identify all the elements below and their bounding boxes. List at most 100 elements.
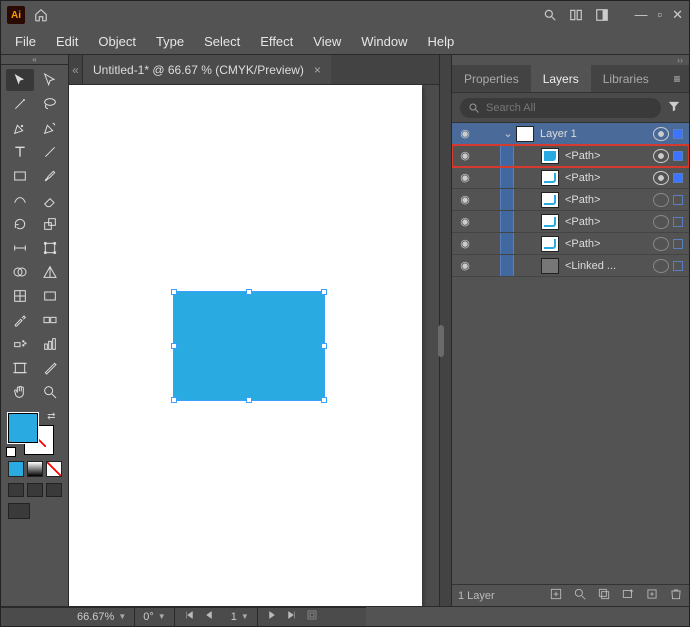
resize-handle[interactable] <box>321 397 327 403</box>
type-tool[interactable] <box>6 141 34 163</box>
canvas[interactable] <box>69 85 439 606</box>
none-mode-icon[interactable] <box>46 461 62 477</box>
line-segment-tool[interactable] <box>36 141 64 163</box>
column-graph-tool[interactable] <box>36 333 64 355</box>
color-mode-icon[interactable] <box>8 461 24 477</box>
prev-artboard-icon[interactable] <box>203 609 215 624</box>
layer-row[interactable]: ◉ <Path> <box>452 211 689 233</box>
artboard-number[interactable]: 1▼ <box>223 608 258 626</box>
target-icon[interactable] <box>653 149 669 163</box>
visibility-toggle-icon[interactable]: ◉ <box>452 237 478 250</box>
layer-row-parent[interactable]: ◉ ⌄ Layer 1 <box>452 123 689 145</box>
document-tab[interactable]: Untitled-1* @ 66.67 % (CMYK/Preview) × <box>83 55 331 84</box>
tab-libraries[interactable]: Libraries <box>591 65 661 92</box>
menu-effect[interactable]: Effect <box>250 31 303 52</box>
shaper-tool[interactable] <box>6 189 34 211</box>
resize-handle[interactable] <box>171 343 177 349</box>
artboard[interactable] <box>69 85 422 606</box>
selection-indicator[interactable] <box>673 129 683 139</box>
shape-builder-tool[interactable] <box>6 261 34 283</box>
layers-search[interactable] <box>460 98 661 118</box>
target-icon[interactable] <box>653 193 669 207</box>
visibility-toggle-icon[interactable]: ◉ <box>452 149 478 162</box>
close-tab-icon[interactable]: × <box>314 63 321 77</box>
make-clipping-mask-icon[interactable] <box>597 587 611 604</box>
rotate-view[interactable]: 0°▼ <box>135 608 174 626</box>
filter-icon[interactable] <box>667 99 681 116</box>
first-artboard-icon[interactable] <box>183 609 195 624</box>
collapsed-dock[interactable] <box>439 55 451 606</box>
resize-handle[interactable] <box>171 289 177 295</box>
slice-tool[interactable] <box>36 357 64 379</box>
doc-tabs-handle[interactable]: « <box>69 55 83 84</box>
resize-handle[interactable] <box>321 289 327 295</box>
draw-normal-icon[interactable] <box>8 483 24 497</box>
resize-handle[interactable] <box>321 343 327 349</box>
layer-name[interactable]: <Path> <box>565 216 653 228</box>
workspace-icon[interactable] <box>594 7 610 23</box>
selection-indicator[interactable] <box>673 151 683 161</box>
eyedropper-tool[interactable] <box>6 309 34 331</box>
home-icon[interactable] <box>33 7 49 23</box>
window-minimize-button[interactable]: — <box>634 7 647 23</box>
direct-selection-tool[interactable] <box>36 69 64 91</box>
eraser-tool[interactable] <box>36 189 64 211</box>
selection-bounding-box[interactable] <box>173 291 325 401</box>
zoom-level[interactable]: 66.67%▼ <box>69 608 135 626</box>
paintbrush-tool[interactable] <box>36 165 64 187</box>
magic-wand-tool[interactable] <box>6 93 34 115</box>
selection-indicator[interactable] <box>673 173 683 183</box>
rectangle-tool[interactable] <box>6 165 34 187</box>
menu-object[interactable]: Object <box>88 31 146 52</box>
layer-row[interactable]: ◉ <Path> <box>452 145 689 167</box>
layer-name[interactable]: <Linked ... <box>565 260 653 272</box>
free-transform-tool[interactable] <box>36 237 64 259</box>
curvature-tool[interactable] <box>36 117 64 139</box>
visibility-toggle-icon[interactable]: ◉ <box>452 259 478 272</box>
visibility-toggle-icon[interactable]: ◉ <box>452 193 478 206</box>
window-close-button[interactable]: ✕ <box>672 7 683 23</box>
target-icon[interactable] <box>653 171 669 185</box>
blend-tool[interactable] <box>36 309 64 331</box>
visibility-toggle-icon[interactable]: ◉ <box>452 215 478 228</box>
new-sublayer-icon[interactable] <box>621 587 635 604</box>
layer-name[interactable]: <Path> <box>565 238 653 250</box>
collect-for-export-icon[interactable] <box>549 587 563 604</box>
gradient-tool[interactable] <box>36 285 64 307</box>
symbol-sprayer-tool[interactable] <box>6 333 34 355</box>
locate-object-icon[interactable] <box>573 587 587 604</box>
zoom-tool[interactable] <box>36 381 64 403</box>
panel-menu-icon[interactable]: ≡ <box>665 65 689 92</box>
delete-layer-icon[interactable] <box>669 587 683 604</box>
tab-properties[interactable]: Properties <box>452 65 531 92</box>
layers-search-input[interactable] <box>486 102 653 114</box>
selection-tool[interactable] <box>6 69 34 91</box>
target-icon[interactable] <box>653 259 669 273</box>
menu-type[interactable]: Type <box>146 31 194 52</box>
selection-indicator[interactable] <box>673 239 683 249</box>
target-icon[interactable] <box>653 215 669 229</box>
pen-tool[interactable] <box>6 117 34 139</box>
search-icon[interactable] <box>542 7 558 23</box>
tab-layers[interactable]: Layers <box>531 65 591 92</box>
fill-stroke-swatch[interactable]: ⇄ <box>8 413 54 455</box>
width-tool[interactable] <box>6 237 34 259</box>
menu-select[interactable]: Select <box>194 31 250 52</box>
layer-name[interactable]: Layer 1 <box>540 128 653 140</box>
draw-behind-icon[interactable] <box>27 483 43 497</box>
panel-collapse-handle[interactable]: ›› <box>452 55 689 65</box>
menu-edit[interactable]: Edit <box>46 31 88 52</box>
draw-inside-icon[interactable] <box>46 483 62 497</box>
artboard-nav-icon[interactable] <box>306 609 318 624</box>
window-maximize-button[interactable]: ▫ <box>657 7 662 23</box>
layer-name[interactable]: <Path> <box>565 150 653 162</box>
tools-collapse-handle[interactable]: « <box>1 55 68 65</box>
layer-row[interactable]: ◉ <Path> <box>452 167 689 189</box>
layer-row[interactable]: ◉ <Path> <box>452 233 689 255</box>
menu-view[interactable]: View <box>303 31 351 52</box>
screen-mode-icon[interactable] <box>8 503 30 519</box>
arrange-docs-icon[interactable] <box>568 7 584 23</box>
layer-name[interactable]: <Path> <box>565 194 653 206</box>
target-icon[interactable] <box>653 127 669 141</box>
resize-handle[interactable] <box>246 289 252 295</box>
